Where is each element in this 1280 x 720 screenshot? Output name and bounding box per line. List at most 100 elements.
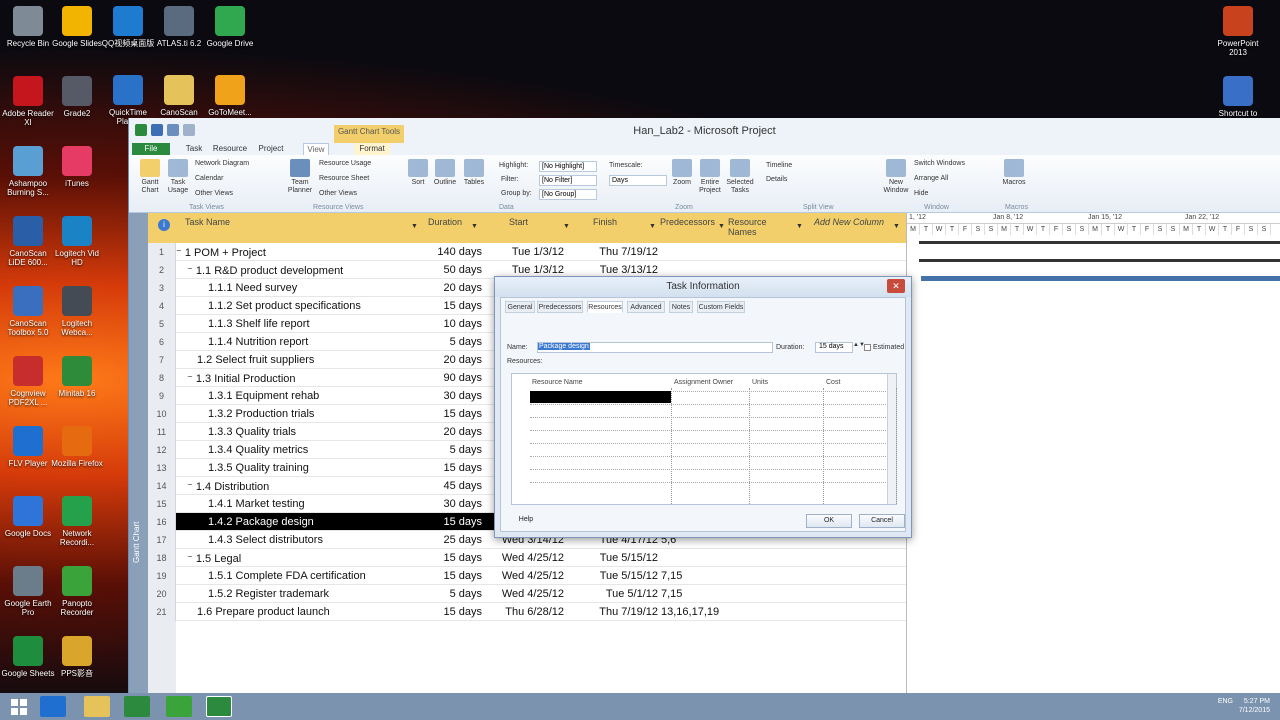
task-usage-button[interactable]: Task Usage — [163, 159, 193, 195]
duration-cell[interactable]: 15 days — [424, 516, 482, 528]
col-resource-names[interactable]: Resource Names — [728, 217, 778, 237]
resource-name-cell-selected[interactable] — [530, 391, 671, 403]
desktop-icon[interactable]: GoToMeet... — [202, 75, 258, 117]
task-name-cell[interactable]: 1.3.1 Equipment rehab — [208, 390, 319, 402]
task-name-cell[interactable]: ⁻ 1.4 Distribution — [187, 480, 269, 493]
tab-resource[interactable]: Resource — [211, 143, 249, 155]
start-cell[interactable]: Thu 6/28/12 — [486, 606, 564, 618]
duration-cell[interactable]: 25 days — [424, 534, 482, 546]
language-indicator[interactable]: ENG — [1218, 698, 1233, 705]
task-name-cell[interactable]: 1.4.1 Market testing — [208, 498, 305, 510]
task-name-cell[interactable]: 1.6 Prepare product launch — [197, 606, 330, 618]
desktop-icon[interactable]: Google Sheets — [0, 636, 56, 678]
col-finish[interactable]: Finish — [593, 217, 617, 227]
ribbon-small-button[interactable]: Network Diagram — [195, 160, 249, 167]
duration-cell[interactable]: 5 days — [424, 336, 482, 348]
ribbon-small-button[interactable]: Calendar — [195, 175, 223, 182]
task-row[interactable]: 18 ⁻ 1.5 Legal 15 days Wed 4/25/12 Tue 5/15/… — [148, 549, 906, 567]
desktop-icon[interactable]: Network Recordi... — [49, 496, 105, 547]
duration-cell[interactable]: 140 days — [424, 246, 482, 258]
tab-format[interactable]: Format — [354, 143, 390, 155]
row-number[interactable]: 15 — [148, 495, 176, 513]
desktop-icon[interactable]: iTunes — [49, 146, 105, 188]
highlight-dropdown[interactable]: [No Highlight] — [539, 161, 597, 172]
duration-cell[interactable]: 10 days — [424, 318, 482, 330]
desktop-icon[interactable]: Adobe Reader XI — [0, 76, 56, 127]
dialog-tab-custom-fields[interactable]: Custom Fields — [697, 301, 745, 313]
ribbon-small-button[interactable]: Other Views — [195, 190, 233, 197]
task-name-cell[interactable]: 1.3.2 Production trials — [208, 408, 314, 420]
pred-cell[interactable]: 13,16,17,19 — [661, 606, 719, 618]
row-number[interactable]: 6 — [148, 333, 176, 351]
task-row[interactable]: 21 1.6 Prepare product launch 15 days Thu 6… — [148, 603, 906, 621]
duration-cell[interactable]: 15 days — [424, 606, 482, 618]
col-start[interactable]: Start — [509, 217, 528, 227]
team-planner-button[interactable]: Team Planner — [285, 159, 315, 195]
finish-cell[interactable]: Tue 5/15/12 — [570, 570, 658, 582]
finish-cell[interactable]: Thu 7/19/12 — [570, 606, 658, 618]
filter-arrow-icon[interactable]: ▼ — [649, 223, 656, 230]
duration-cell[interactable]: 30 days — [424, 390, 482, 402]
task-name-cell[interactable]: 1.3.4 Quality metrics — [208, 444, 308, 456]
duration-cell[interactable]: 5 days — [424, 444, 482, 456]
task-name-cell[interactable]: 1.4.3 Select distributors — [208, 534, 323, 546]
row-number[interactable]: 17 — [148, 531, 176, 549]
task-name-cell[interactable]: 1.3.3 Quality trials — [208, 426, 296, 438]
cancel-button[interactable]: Cancel — [859, 514, 905, 528]
filter-arrow-icon[interactable]: ▼ — [893, 223, 900, 230]
row-number[interactable]: 1 — [148, 243, 176, 261]
media-player-icon[interactable] — [166, 696, 192, 717]
desktop-icon[interactable]: Minitab 16 — [49, 356, 105, 398]
row-number[interactable]: 12 — [148, 441, 176, 459]
entire-project-button[interactable]: Entire Project — [695, 159, 725, 195]
duration-cell[interactable]: 50 days — [424, 264, 482, 276]
filter-arrow-icon[interactable]: ▼ — [563, 223, 570, 230]
row-number[interactable]: 10 — [148, 405, 176, 423]
sort-button[interactable]: Sort — [403, 159, 433, 187]
collapse-icon[interactable]: ⁻ — [187, 553, 196, 565]
filter-arrow-icon[interactable]: ▼ — [718, 223, 725, 230]
duration-cell[interactable]: 15 days — [424, 570, 482, 582]
ribbon-small-button[interactable]: Resource Usage — [319, 160, 371, 167]
filter-arrow-icon[interactable]: ▼ — [471, 223, 478, 230]
tab-file[interactable]: File — [132, 143, 170, 155]
tables-button[interactable]: Tables — [459, 159, 489, 187]
task-name-cell[interactable]: 1.1.1 Need survey — [208, 282, 297, 294]
row-number[interactable]: 8 — [148, 369, 176, 387]
desktop-icon[interactable]: Ashampoo Burning S... — [0, 146, 56, 197]
duration-cell[interactable]: 30 days — [424, 498, 482, 510]
task-name-cell[interactable]: 1.1.3 Shelf life report — [208, 318, 310, 330]
clock-time[interactable]: 5:27 PM — [1244, 698, 1270, 705]
macros-button[interactable]: Macros — [999, 159, 1029, 187]
ribbon-small-button[interactable]: Details — [766, 176, 787, 183]
task-name-cell[interactable]: 1.2 Select fruit suppliers — [197, 354, 314, 366]
start-cell[interactable]: Tue 1/3/12 — [486, 246, 564, 258]
ribbon-small-button[interactable]: Arrange All — [914, 175, 948, 182]
row-number[interactable]: 16 — [148, 513, 176, 531]
desktop-icon[interactable]: Grade2 — [49, 76, 105, 118]
dialog-tab-advanced[interactable]: Advanced — [627, 301, 665, 313]
task-name-cell[interactable]: ⁻ 1.1 R&D product development — [187, 264, 343, 277]
timescale-dropdown[interactable]: Days — [609, 175, 667, 186]
resources-table[interactable]: Resource Name Assignment Owner Units Cos… — [511, 373, 897, 505]
filter-dropdown[interactable]: [No Filter] — [539, 175, 597, 186]
row-number[interactable]: 3 — [148, 279, 176, 297]
ok-button[interactable]: OK — [806, 514, 852, 528]
task-name-cell[interactable]: 1.5.2 Register trademark — [208, 588, 329, 600]
desktop-icon[interactable]: Google Earth Pro — [0, 566, 56, 617]
desktop-icon[interactable]: Recycle Bin — [0, 6, 56, 48]
task-bar[interactable] — [921, 276, 1280, 281]
task-name-cell[interactable]: 1.5.1 Complete FDA certification — [208, 570, 366, 582]
start-cell[interactable]: Wed 4/25/12 — [486, 588, 564, 600]
desktop-icon[interactable]: Mozilla Firefox — [49, 426, 105, 468]
task-name-cell[interactable]: 1.3.5 Quality training — [208, 462, 309, 474]
desktop-icon[interactable]: PowerPoint 2013 — [1210, 6, 1266, 57]
col-predecessors[interactable]: Predecessors — [660, 217, 715, 227]
duration-cell[interactable]: 5 days — [424, 588, 482, 600]
collapse-icon[interactable]: ⁻ — [176, 247, 185, 259]
task-row[interactable]: 1 ⁻ 1 POM + Project 140 days Tue 1/3/12 Thu … — [148, 243, 906, 261]
finish-cell[interactable]: Tue 5/1/12 — [570, 588, 658, 600]
ribbon-small-button[interactable]: Timeline — [766, 162, 792, 169]
name-input[interactable]: Package design — [537, 342, 773, 353]
task-row[interactable]: 20 1.5.2 Register trademark 5 days Wed 4/25… — [148, 585, 906, 603]
